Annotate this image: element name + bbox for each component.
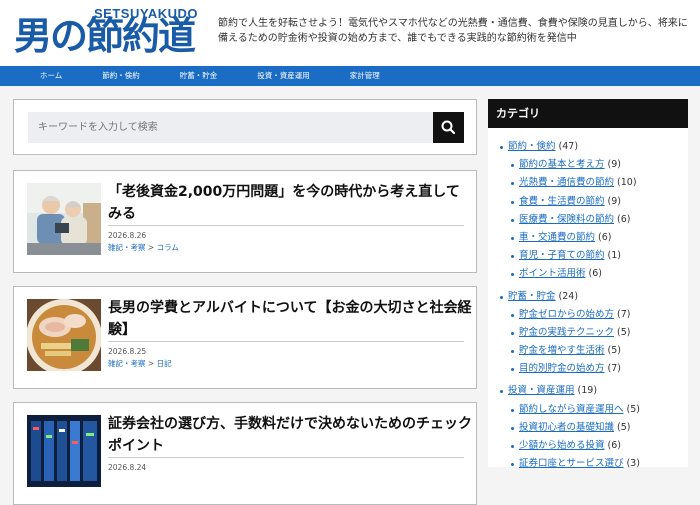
bullet-icon bbox=[511, 255, 514, 259]
bullet-icon bbox=[511, 445, 514, 448]
bullet-icon bbox=[500, 146, 503, 149]
nav-household[interactable]: 家計管理 bbox=[330, 66, 400, 86]
category-item[interactable]: 節約の基本と考え方 (9) bbox=[488, 156, 688, 174]
category-list: 節約・倹約 (47) 節約の基本と考え方 (9) 光熱費・通信費の節約 (10)… bbox=[488, 128, 688, 469]
nav-home[interactable]: ホーム bbox=[20, 66, 82, 86]
search-input[interactable] bbox=[28, 112, 434, 143]
site-tagline: 節約で人生を好転させよう！電気代やスマホ代などの光熱費・通信費、食費や保険の見直… bbox=[218, 18, 688, 44]
category-link[interactable]: コラム bbox=[157, 243, 179, 252]
site-header: SETSUYAKUDO 男の節約道 節約で人生を好転させよう！電気代やスマホ代な… bbox=[0, 0, 700, 66]
nav-saving[interactable]: 節約・倹約 bbox=[82, 66, 160, 86]
category-item[interactable]: 投資・資産運用 (19) bbox=[488, 382, 688, 400]
article-date: 2026.8.24 bbox=[108, 463, 147, 472]
category-item[interactable]: 目的別貯金の始め方 (7) bbox=[488, 360, 688, 378]
article-card[interactable]: 証券会社の選び方、手数料だけで決めないためのチェックポイント 2026.8.24 bbox=[13, 402, 477, 505]
divider bbox=[108, 225, 464, 226]
sidebar-heading: カテゴリ bbox=[488, 99, 688, 128]
category-link[interactable]: 雑記・考察 bbox=[108, 359, 146, 368]
category-item[interactable]: 育児・子育ての節約 (1) bbox=[488, 247, 688, 265]
bullet-icon bbox=[511, 408, 514, 412]
article-title[interactable]: 「老後資金2,000万円問題」を今の時代から考え直してみる bbox=[108, 181, 472, 225]
bullet-icon bbox=[511, 236, 514, 240]
bullet-icon bbox=[511, 426, 514, 430]
bullet-icon bbox=[500, 295, 503, 299]
article-thumbnail[interactable] bbox=[27, 299, 101, 371]
site-logo[interactable]: SETSUYAKUDO 男の節約道 bbox=[14, 6, 198, 60]
divider bbox=[108, 457, 464, 458]
category-item[interactable]: 光熱費・通信費の節約 (10) bbox=[488, 174, 688, 192]
category-item[interactable]: 食費・生活費の節約 (9) bbox=[488, 193, 688, 211]
search-button[interactable] bbox=[433, 112, 464, 143]
bullet-icon bbox=[511, 463, 514, 467]
breadcrumb-separator: > bbox=[147, 243, 155, 252]
bullet-icon bbox=[500, 390, 503, 394]
main-column: 「老後資金2,000万円問題」を今の時代から考え直してみる 2026.8.26 … bbox=[13, 99, 477, 505]
divider bbox=[108, 341, 464, 342]
sidebar: カテゴリ 節約・倹約 (47) 節約の基本と考え方 (9) 光熱費・通信費の節約… bbox=[488, 99, 688, 469]
bullet-icon bbox=[511, 218, 514, 222]
article-categories: 雑記・考察 > 日記 bbox=[108, 358, 172, 369]
nav-investment[interactable]: 投資・資産運用 bbox=[237, 66, 330, 86]
article-card[interactable]: 「老後資金2,000万円問題」を今の時代から考え直してみる 2026.8.26 … bbox=[13, 170, 477, 273]
category-item[interactable]: 貯金ゼロからの始め方 (7) bbox=[488, 306, 688, 324]
article-date: 2026.8.26 bbox=[108, 231, 147, 240]
category-item[interactable]: 投資初心者の基礎知識 (5) bbox=[488, 419, 688, 437]
bullet-icon bbox=[511, 182, 514, 186]
bullet-icon bbox=[511, 368, 514, 372]
article-categories: 雑記・考察 > コラム bbox=[108, 242, 179, 253]
elderly-couple-image bbox=[27, 183, 101, 255]
category-link[interactable]: 雑記・考察 bbox=[108, 243, 146, 252]
category-item[interactable]: 貯金の実践テクニック (5) bbox=[488, 324, 688, 342]
ramen-image bbox=[27, 299, 101, 371]
article-thumbnail[interactable] bbox=[27, 415, 101, 487]
search-icon bbox=[441, 120, 456, 135]
category-item[interactable]: 証券口座とサービス選び (3) bbox=[488, 455, 688, 473]
bullet-icon bbox=[511, 331, 514, 335]
category-item[interactable]: 少額から始める投資 (6) bbox=[488, 437, 688, 455]
nav-deposit[interactable]: 貯蓄・貯金 bbox=[160, 66, 238, 86]
article-title[interactable]: 長男の学費とアルバイトについて【お金の大切さと社会経験】 bbox=[108, 297, 472, 341]
article-thumbnail[interactable] bbox=[27, 183, 101, 255]
bullet-icon bbox=[511, 273, 514, 277]
category-item[interactable]: 貯金を増やす生活術 (5) bbox=[488, 342, 688, 360]
bullet-icon bbox=[511, 313, 514, 317]
category-item[interactable]: 節約しながら資産運用へ (5) bbox=[488, 401, 688, 419]
breadcrumb-separator: > bbox=[147, 359, 155, 368]
article-card[interactable]: 長男の学費とアルバイトについて【お金の大切さと社会経験】 2026.8.25 雑… bbox=[13, 286, 477, 389]
search-widget bbox=[13, 99, 477, 155]
logo-kanji: 男の節約道 bbox=[14, 14, 196, 58]
category-item[interactable]: 医療費・保険料の節約 (6) bbox=[488, 211, 688, 229]
article-title[interactable]: 証券会社の選び方、手数料だけで決めないためのチェックポイント bbox=[108, 413, 472, 457]
article-date: 2026.8.25 bbox=[108, 347, 147, 356]
category-item[interactable]: ポイント活用術 (6) bbox=[488, 265, 688, 283]
category-link[interactable]: 日記 bbox=[157, 359, 172, 368]
category-item[interactable]: 節約・倹約 (47) bbox=[488, 138, 688, 156]
stock-board-image bbox=[27, 415, 101, 487]
bullet-icon bbox=[511, 200, 514, 204]
bullet-icon bbox=[511, 350, 514, 354]
bullet-icon bbox=[511, 164, 514, 168]
category-item[interactable]: 貯蓄・貯金 (24) bbox=[488, 288, 688, 306]
category-item[interactable]: 車・交通費の節約 (6) bbox=[488, 229, 688, 247]
global-nav: ホーム 節約・倹約 貯蓄・貯金 投資・資産運用 家計管理 bbox=[0, 66, 700, 86]
